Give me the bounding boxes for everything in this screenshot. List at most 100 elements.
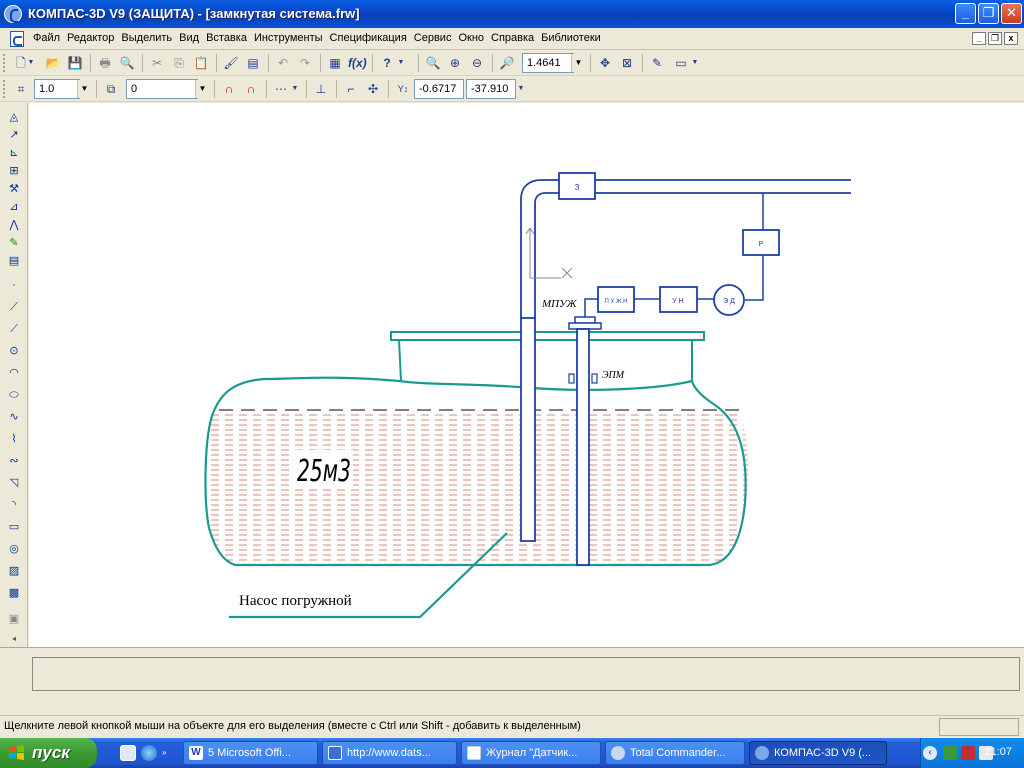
network-icon[interactable] <box>943 746 957 760</box>
chamfer-tool-icon[interactable]: ◹ <box>6 475 22 491</box>
snap-magnet-icon[interactable]: ∩ <box>220 80 238 98</box>
undo-icon[interactable]: ↶ <box>274 54 292 72</box>
coords-dropdown-icon[interactable]: ▼ <box>516 80 526 98</box>
internet-explorer-icon[interactable] <box>141 745 157 761</box>
aux-line-icon[interactable]: ⟋ <box>6 299 22 315</box>
title-bar[interactable]: КОМПАС-3D V9 (ЗАЩИТА) - [замкнутая систе… <box>0 0 1024 28</box>
dimensions-panel-icon[interactable]: ↗ <box>6 127 22 143</box>
display-mode-icon[interactable]: ▭ <box>672 54 690 72</box>
coord-x-field[interactable]: -0.6717 <box>414 79 464 99</box>
save-icon[interactable]: 💾 <box>66 54 84 72</box>
grid-dropdown-icon[interactable]: ▼ <box>290 80 300 98</box>
parametrization-panel-icon[interactable]: ⚒ <box>6 181 22 197</box>
menu-view[interactable]: Вид <box>178 32 205 44</box>
document-icon[interactable] <box>10 31 24 47</box>
drawing-canvas[interactable]: З Р Э Д У Н П У Ж Н МПУЖ ЭПМ 25м3 Насос … <box>29 103 1024 647</box>
step-icon[interactable]: ⌗ <box>12 80 30 98</box>
manager-icon[interactable]: ▦ <box>326 54 344 72</box>
format-brush-icon[interactable]: 🖌 <box>222 54 240 72</box>
menu-insert[interactable]: Вставка <box>205 32 253 44</box>
zoom-out-icon[interactable]: ⊖ <box>468 54 486 72</box>
cut-icon[interactable]: ✂ <box>148 54 166 72</box>
help-dropdown-icon[interactable]: ▼ <box>396 54 406 72</box>
menu-help[interactable]: Справка <box>490 32 540 44</box>
paste-icon[interactable]: 📋 <box>192 54 210 72</box>
doc-close-button[interactable]: x <box>1004 32 1018 45</box>
measure-panel-icon[interactable]: ⊿ <box>6 199 22 215</box>
task-kompas[interactable]: КОМПАС-3D V9 (... <box>749 741 887 765</box>
more-tools-icon[interactable]: ▣ <box>6 611 22 627</box>
fill-tool-icon[interactable]: ▩ <box>6 585 22 601</box>
refresh-icon[interactable]: ✎ <box>648 54 666 72</box>
zoom-scale-icon[interactable]: 🔎 <box>498 54 516 72</box>
coord-y-field[interactable]: -37.910 <box>466 79 516 99</box>
open-folder-icon[interactable]: 📂 <box>44 54 62 72</box>
minimize-button[interactable]: _ <box>955 3 976 24</box>
menu-file[interactable]: Файл <box>32 32 66 44</box>
restore-button[interactable]: ❐ <box>978 3 999 24</box>
zoom-dropdown-icon[interactable]: ▼ <box>571 54 585 72</box>
menu-edit[interactable]: Редактор <box>66 32 120 44</box>
task-total-commander[interactable]: Total Commander... <box>605 741 745 765</box>
toolbar-grip[interactable] <box>3 54 6 72</box>
toolbar-grip[interactable] <box>3 80 6 98</box>
pan-icon[interactable]: ✥ <box>596 54 614 72</box>
local-cs-icon[interactable]: ⊥ <box>312 80 330 98</box>
property-panel-box[interactable] <box>32 657 1020 691</box>
arc-tool-icon[interactable]: ◠ <box>6 365 22 381</box>
ortho-icon[interactable]: ⌐ <box>342 80 360 98</box>
designations-panel-icon[interactable]: ⊾ <box>6 145 22 161</box>
doc-minimize-button[interactable]: _ <box>972 32 986 45</box>
grid-icon[interactable]: ⋯ <box>272 80 290 98</box>
task-word[interactable]: W 5 Microsoft Offi... <box>183 741 318 765</box>
start-button[interactable]: пуск <box>0 738 97 768</box>
zoom-window-icon[interactable]: 🔍 <box>424 54 442 72</box>
fillet-tool-icon[interactable]: ◝ <box>6 497 22 513</box>
polyline-tool-icon[interactable]: ⌇ <box>6 431 22 447</box>
menu-window[interactable]: Окно <box>457 32 490 44</box>
show-desktop-icon[interactable] <box>120 745 136 761</box>
print-preview-icon[interactable]: 🔍 <box>118 54 136 72</box>
security-icon[interactable] <box>961 746 975 760</box>
menu-select[interactable]: Выделить <box>120 32 178 44</box>
properties-icon[interactable]: ▤ <box>244 54 262 72</box>
hatch-tool-icon[interactable]: ▨ <box>6 563 22 579</box>
menu-specification[interactable]: Спецификация <box>329 32 413 44</box>
zoom-in-icon[interactable]: ⊕ <box>446 54 464 72</box>
spline-tool-icon[interactable]: ∿ <box>6 409 22 425</box>
spec-panel-icon[interactable]: ▤ <box>6 253 22 269</box>
bezier-tool-icon[interactable]: ∾ <box>6 453 22 469</box>
geometry-panel-icon[interactable]: ◬ <box>6 109 22 125</box>
layers-icon[interactable]: ⧉ <box>102 80 120 98</box>
step-field[interactable]: 1.0 <box>34 79 80 99</box>
help-pointer-icon[interactable]: ? <box>378 54 396 72</box>
variables-icon[interactable]: f(x) <box>348 54 367 72</box>
display-dropdown-icon[interactable]: ▼ <box>690 54 700 72</box>
menu-tools[interactable]: Инструменты <box>253 32 329 44</box>
menu-service[interactable]: Сервис <box>413 32 458 44</box>
step-dropdown-icon[interactable]: ▼ <box>77 80 91 98</box>
layer-dropdown-icon[interactable]: ▼ <box>195 80 209 98</box>
contour-tool-icon[interactable]: ◎ <box>6 541 22 557</box>
scroll-down-icon[interactable]: ◂ <box>6 631 22 647</box>
layer-field[interactable]: 0 <box>126 79 198 99</box>
clock[interactable]: 21:07 <box>984 746 1012 758</box>
point-tool-icon[interactable]: · <box>6 277 22 293</box>
ellipse-tool-icon[interactable]: ⬭ <box>6 387 22 403</box>
print-icon[interactable]: 🖶 <box>96 54 114 72</box>
task-browser[interactable]: http://www.dats... <box>322 741 457 765</box>
kompas-app-icon[interactable] <box>4 5 22 23</box>
new-dropdown-icon[interactable]: ▼ <box>26 54 36 72</box>
doc-restore-button[interactable]: ❐ <box>988 32 1002 45</box>
quicklaunch-more-icon[interactable]: » <box>162 745 170 761</box>
parametric-icon[interactable]: ✣ <box>364 80 382 98</box>
zoom-field[interactable]: 1.4641 <box>522 53 574 73</box>
circle-tool-icon[interactable]: ⊙ <box>6 343 22 359</box>
close-button[interactable]: ✕ <box>1001 3 1022 24</box>
editing-panel-icon[interactable]: ⊞ <box>6 163 22 179</box>
associative-views-icon[interactable]: ✎ <box>6 235 22 251</box>
rectangle-tool-icon[interactable]: ▭ <box>6 519 22 535</box>
menu-libraries[interactable]: Библиотеки <box>540 32 607 44</box>
select-panel-icon[interactable]: ⋀ <box>6 217 22 233</box>
redo-icon[interactable]: ↷ <box>296 54 314 72</box>
